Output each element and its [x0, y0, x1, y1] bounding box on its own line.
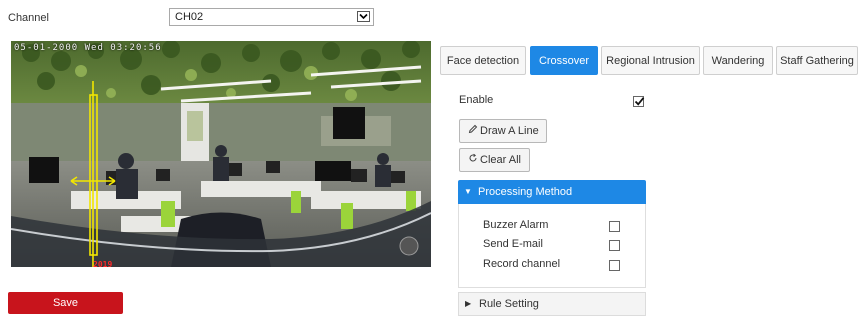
- rule-setting-title: Rule Setting: [479, 298, 539, 310]
- pencil-icon: [466, 120, 480, 142]
- save-button[interactable]: Save: [8, 292, 123, 314]
- channel-select[interactable]: CH02: [169, 8, 374, 26]
- refresh-icon: [466, 149, 480, 171]
- tab-regional-intrusion[interactable]: Regional Intrusion: [601, 46, 700, 75]
- send-email-checkbox[interactable]: [609, 240, 620, 251]
- record-channel-label: Record channel: [483, 258, 561, 270]
- send-email-label: Send E-mail: [483, 238, 543, 250]
- tab-wandering[interactable]: Wandering: [703, 46, 773, 75]
- buzzer-alarm-checkbox[interactable]: [609, 221, 620, 232]
- draw-line-label: Draw A Line: [480, 125, 539, 138]
- enable-label: Enable: [459, 94, 494, 106]
- video-preview[interactable]: 05-01-2000 Wed 03:20:56 2019: [11, 41, 431, 267]
- rule-setting-header[interactable]: ▶ Rule Setting: [458, 292, 646, 316]
- checkmark-icon: [634, 97, 645, 106]
- channel-select-value: CH02: [175, 11, 204, 23]
- record-channel-checkbox[interactable]: [609, 260, 620, 271]
- draw-line-button[interactable]: Draw A Line: [459, 119, 547, 143]
- tab-staff-gathering[interactable]: Staff Gathering: [776, 46, 858, 75]
- enable-checkbox[interactable]: [633, 96, 645, 107]
- clear-all-button[interactable]: Clear All: [459, 148, 530, 172]
- chevron-down-icon[interactable]: [357, 11, 370, 22]
- osd-channel-name: 2019: [93, 260, 113, 267]
- camera-frame: [11, 41, 431, 267]
- clear-all-label: Clear All: [480, 154, 521, 167]
- tab-crossover[interactable]: Crossover: [530, 46, 598, 75]
- processing-method-title: Processing Method: [478, 186, 573, 198]
- tab-face-detection[interactable]: Face detection: [440, 46, 526, 75]
- caret-down-icon: ▼: [464, 187, 472, 197]
- channel-label: Channel: [8, 12, 49, 24]
- osd-timestamp: 05-01-2000 Wed 03:20:56: [14, 43, 162, 53]
- processing-method-header[interactable]: ▼ Processing Method: [458, 180, 646, 204]
- buzzer-alarm-label: Buzzer Alarm: [483, 219, 549, 231]
